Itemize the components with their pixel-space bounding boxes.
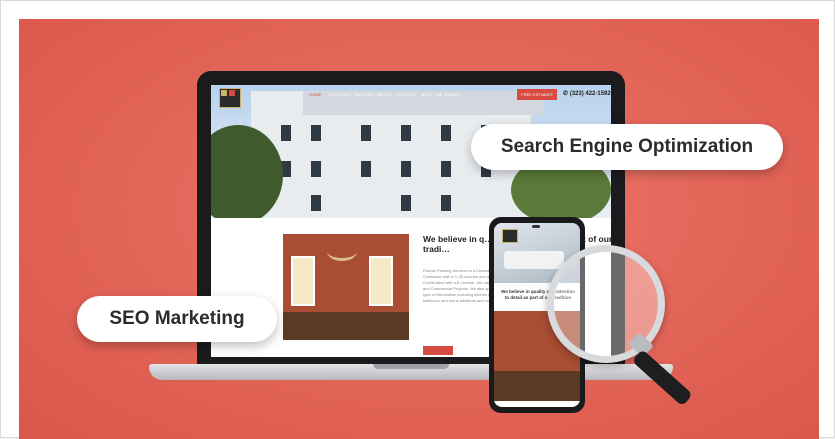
chandelier bbox=[327, 242, 357, 261]
site-nav: HOME SERVICES GALLERY ABOUT CONTACT MEET… bbox=[211, 85, 611, 108]
search-engine-optimization-label: Search Engine Optimization bbox=[471, 124, 783, 170]
nav-gallery[interactable]: GALLERY bbox=[354, 92, 374, 97]
dining-room-photo bbox=[283, 234, 409, 340]
seo-banner-image: HOME SERVICES GALLERY ABOUT CONTACT MEET… bbox=[19, 19, 819, 439]
nav-contact[interactable]: CONTACT bbox=[396, 92, 416, 97]
seo-marketing-label: SEO Marketing bbox=[77, 296, 277, 342]
site-logo bbox=[502, 229, 518, 243]
nav-services[interactable]: SERVICES bbox=[329, 92, 351, 97]
nav-about[interactable]: ABOUT bbox=[377, 92, 392, 97]
nav-meet-the-owner[interactable]: MEET THE OWNER bbox=[421, 92, 460, 97]
free-estimate-button[interactable]: FREE ESTIMATE bbox=[517, 89, 557, 100]
learn-more-button[interactable] bbox=[423, 346, 453, 355]
card-frame: HOME SERVICES GALLERY ABOUT CONTACT MEET… bbox=[0, 0, 835, 439]
site-logo[interactable] bbox=[219, 88, 241, 108]
laptop-base bbox=[149, 364, 673, 380]
nav-home[interactable]: HOME bbox=[309, 92, 322, 97]
phone-number[interactable]: ✆ (323) 422-1592 bbox=[563, 90, 611, 97]
